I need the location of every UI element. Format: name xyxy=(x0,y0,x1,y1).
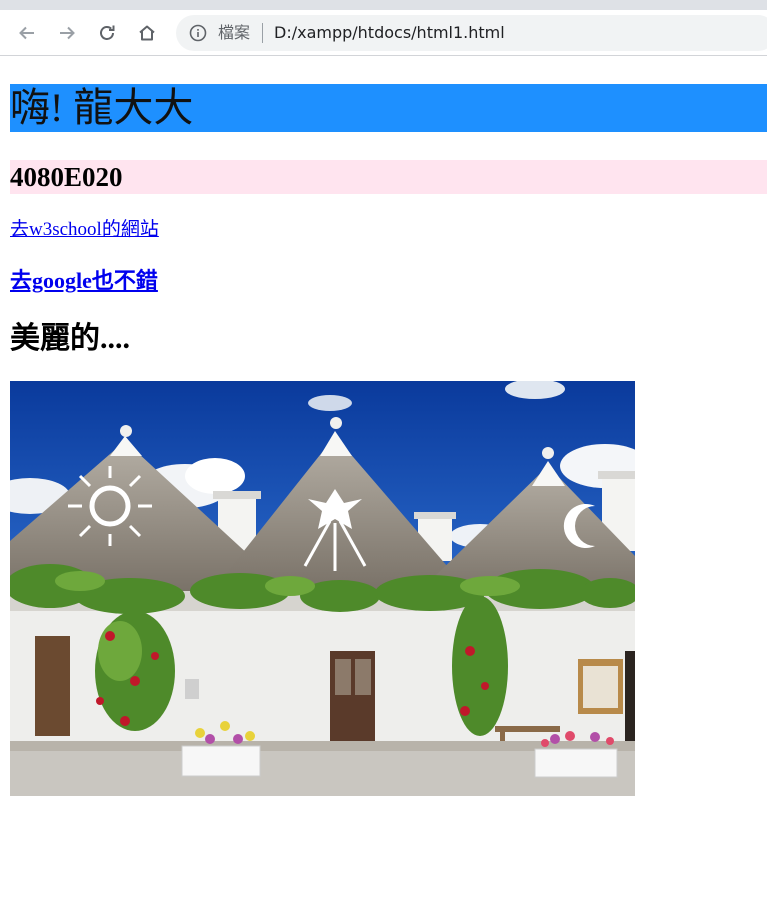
forward-icon xyxy=(60,26,75,40)
link-google[interactable]: 去google也不錯 xyxy=(10,267,158,295)
section-heading: 美麗的.... xyxy=(10,322,130,355)
page-subheading-code: 4080E020 xyxy=(10,160,767,194)
back-icon xyxy=(19,26,34,40)
trulli-photo-illustration xyxy=(10,381,635,796)
address-separator xyxy=(262,23,263,43)
tab-strip xyxy=(0,0,767,10)
home-icon xyxy=(139,25,155,41)
reload-icon xyxy=(100,25,115,40)
reload-button[interactable] xyxy=(95,21,119,45)
trulli-houses-image xyxy=(10,381,635,796)
site-info-label[interactable]: 檔案 xyxy=(218,24,250,42)
url-text[interactable]: D:/xampp/htdocs/html1.html xyxy=(274,24,505,42)
browser-toolbar: 檔案 D:/xampp/htdocs/html1.html xyxy=(0,10,767,56)
info-icon[interactable] xyxy=(189,24,207,42)
address-bar[interactable]: 檔案 D:/xampp/htdocs/html1.html xyxy=(176,15,767,51)
forward-button[interactable] xyxy=(55,21,79,45)
page-heading: 嗨! 龍大大 xyxy=(10,84,767,132)
back-button[interactable] xyxy=(15,21,39,45)
link-w3school[interactable]: 去w3school的網站 xyxy=(10,218,159,242)
home-button[interactable] xyxy=(135,21,159,45)
